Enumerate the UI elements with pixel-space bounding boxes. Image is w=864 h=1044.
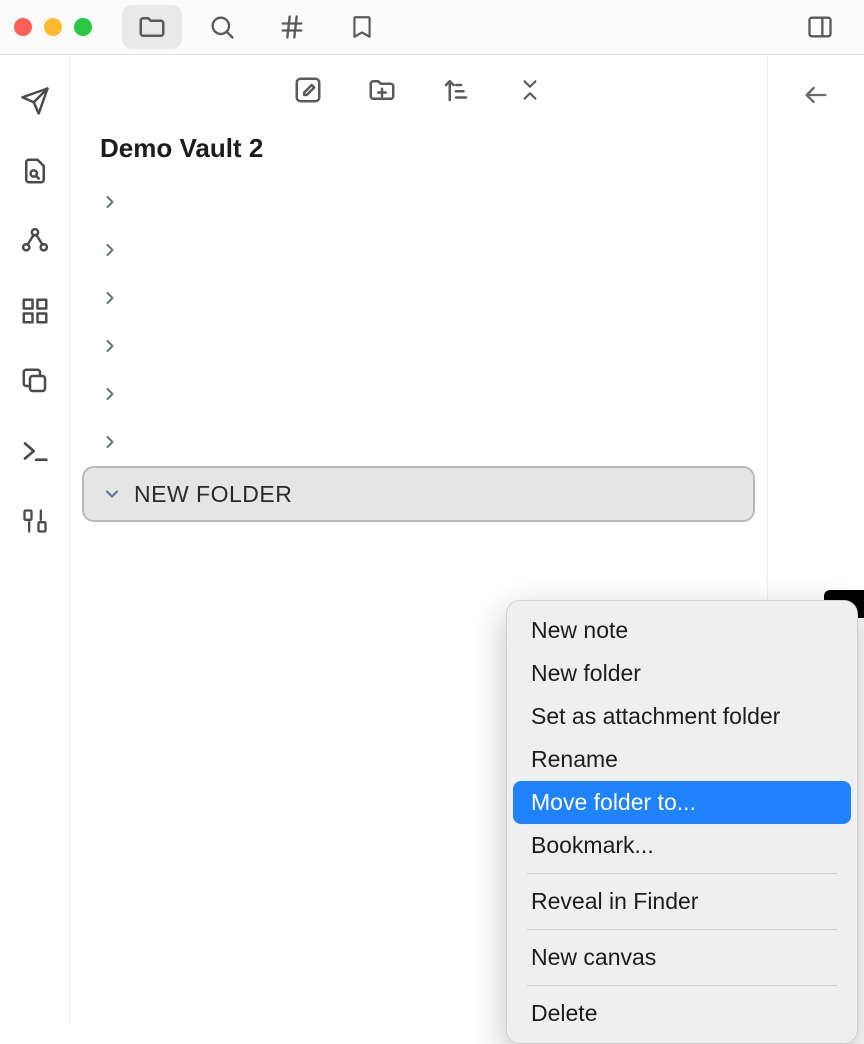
file-tree: NEW FOLDER <box>70 178 767 522</box>
edit-square-icon <box>293 75 323 105</box>
arrow-left-icon <box>802 81 830 109</box>
templates-button[interactable] <box>15 361 55 401</box>
chevron-right-icon <box>100 192 120 212</box>
quick-switcher-button[interactable] <box>15 81 55 121</box>
tree-folder[interactable] <box>82 370 755 418</box>
cm-separator <box>527 929 837 930</box>
folder-plus-icon <box>367 75 397 105</box>
folder-icon <box>137 12 167 42</box>
file-search-icon <box>20 156 50 186</box>
tree-folder[interactable] <box>82 322 755 370</box>
tree-folder[interactable] <box>82 178 755 226</box>
cm-rename[interactable]: Rename <box>513 738 851 781</box>
chevron-right-icon <box>100 336 120 356</box>
chevron-right-icon <box>100 384 120 404</box>
search-in-file-button[interactable] <box>15 151 55 191</box>
toggle-right-panel-button[interactable] <box>790 5 850 49</box>
folder-context-menu: New note New folder Set as attachment fo… <box>506 600 858 1044</box>
sort-icon <box>441 75 471 105</box>
tree-folder[interactable] <box>82 226 755 274</box>
file-explorer-toolbar <box>70 55 767 125</box>
cm-new-canvas[interactable]: New canvas <box>513 936 851 979</box>
search-tab[interactable] <box>192 5 252 49</box>
collapse-all-button[interactable] <box>513 73 547 107</box>
left-ribbon <box>0 55 70 1024</box>
close-window-button[interactable] <box>14 18 32 36</box>
titlebar <box>0 0 864 55</box>
chevron-right-icon <box>100 432 120 452</box>
send-icon <box>20 86 50 116</box>
cm-delete[interactable]: Delete <box>513 992 851 1035</box>
binary-icon <box>21 507 49 535</box>
tree-folder-selected[interactable]: NEW FOLDER <box>82 466 755 522</box>
chevron-right-icon <box>100 240 120 260</box>
chevron-down-icon <box>102 484 122 504</box>
copy-icon <box>20 366 50 396</box>
maximize-window-button[interactable] <box>74 18 92 36</box>
bookmarks-tab[interactable] <box>332 5 392 49</box>
chevron-right-icon <box>100 288 120 308</box>
cm-reveal-in-finder[interactable]: Reveal in Finder <box>513 880 851 923</box>
new-note-button[interactable] <box>291 73 325 107</box>
vault-title: Demo Vault 2 <box>70 125 767 178</box>
command-palette-button[interactable] <box>15 431 55 471</box>
cm-set-attachment-folder[interactable]: Set as attachment folder <box>513 695 851 738</box>
new-folder-button[interactable] <box>365 73 399 107</box>
files-tab[interactable] <box>122 5 182 49</box>
canvas-button[interactable] <box>15 291 55 331</box>
cm-separator <box>527 985 837 986</box>
graph-icon <box>20 226 50 256</box>
sort-button[interactable] <box>439 73 473 107</box>
terminal-icon <box>20 436 50 466</box>
graph-view-button[interactable] <box>15 221 55 261</box>
search-icon <box>208 13 236 41</box>
tree-folder[interactable] <box>82 274 755 322</box>
bookmark-icon <box>349 14 375 40</box>
cm-new-note[interactable]: New note <box>513 609 851 652</box>
developer-button[interactable] <box>15 501 55 541</box>
panel-right-icon <box>806 13 834 41</box>
cm-separator <box>527 873 837 874</box>
cm-new-folder[interactable]: New folder <box>513 652 851 695</box>
chevrons-collapse-icon <box>517 75 543 105</box>
minimize-window-button[interactable] <box>44 18 62 36</box>
tree-folder-label: NEW FOLDER <box>134 481 292 508</box>
hash-icon <box>278 13 306 41</box>
cm-bookmark[interactable]: Bookmark... <box>513 824 851 867</box>
tags-tab[interactable] <box>262 5 322 49</box>
layout-icon <box>20 296 50 326</box>
tree-folder[interactable] <box>82 418 755 466</box>
window-controls <box>14 18 92 36</box>
cm-move-folder[interactable]: Move folder to... <box>513 781 851 824</box>
